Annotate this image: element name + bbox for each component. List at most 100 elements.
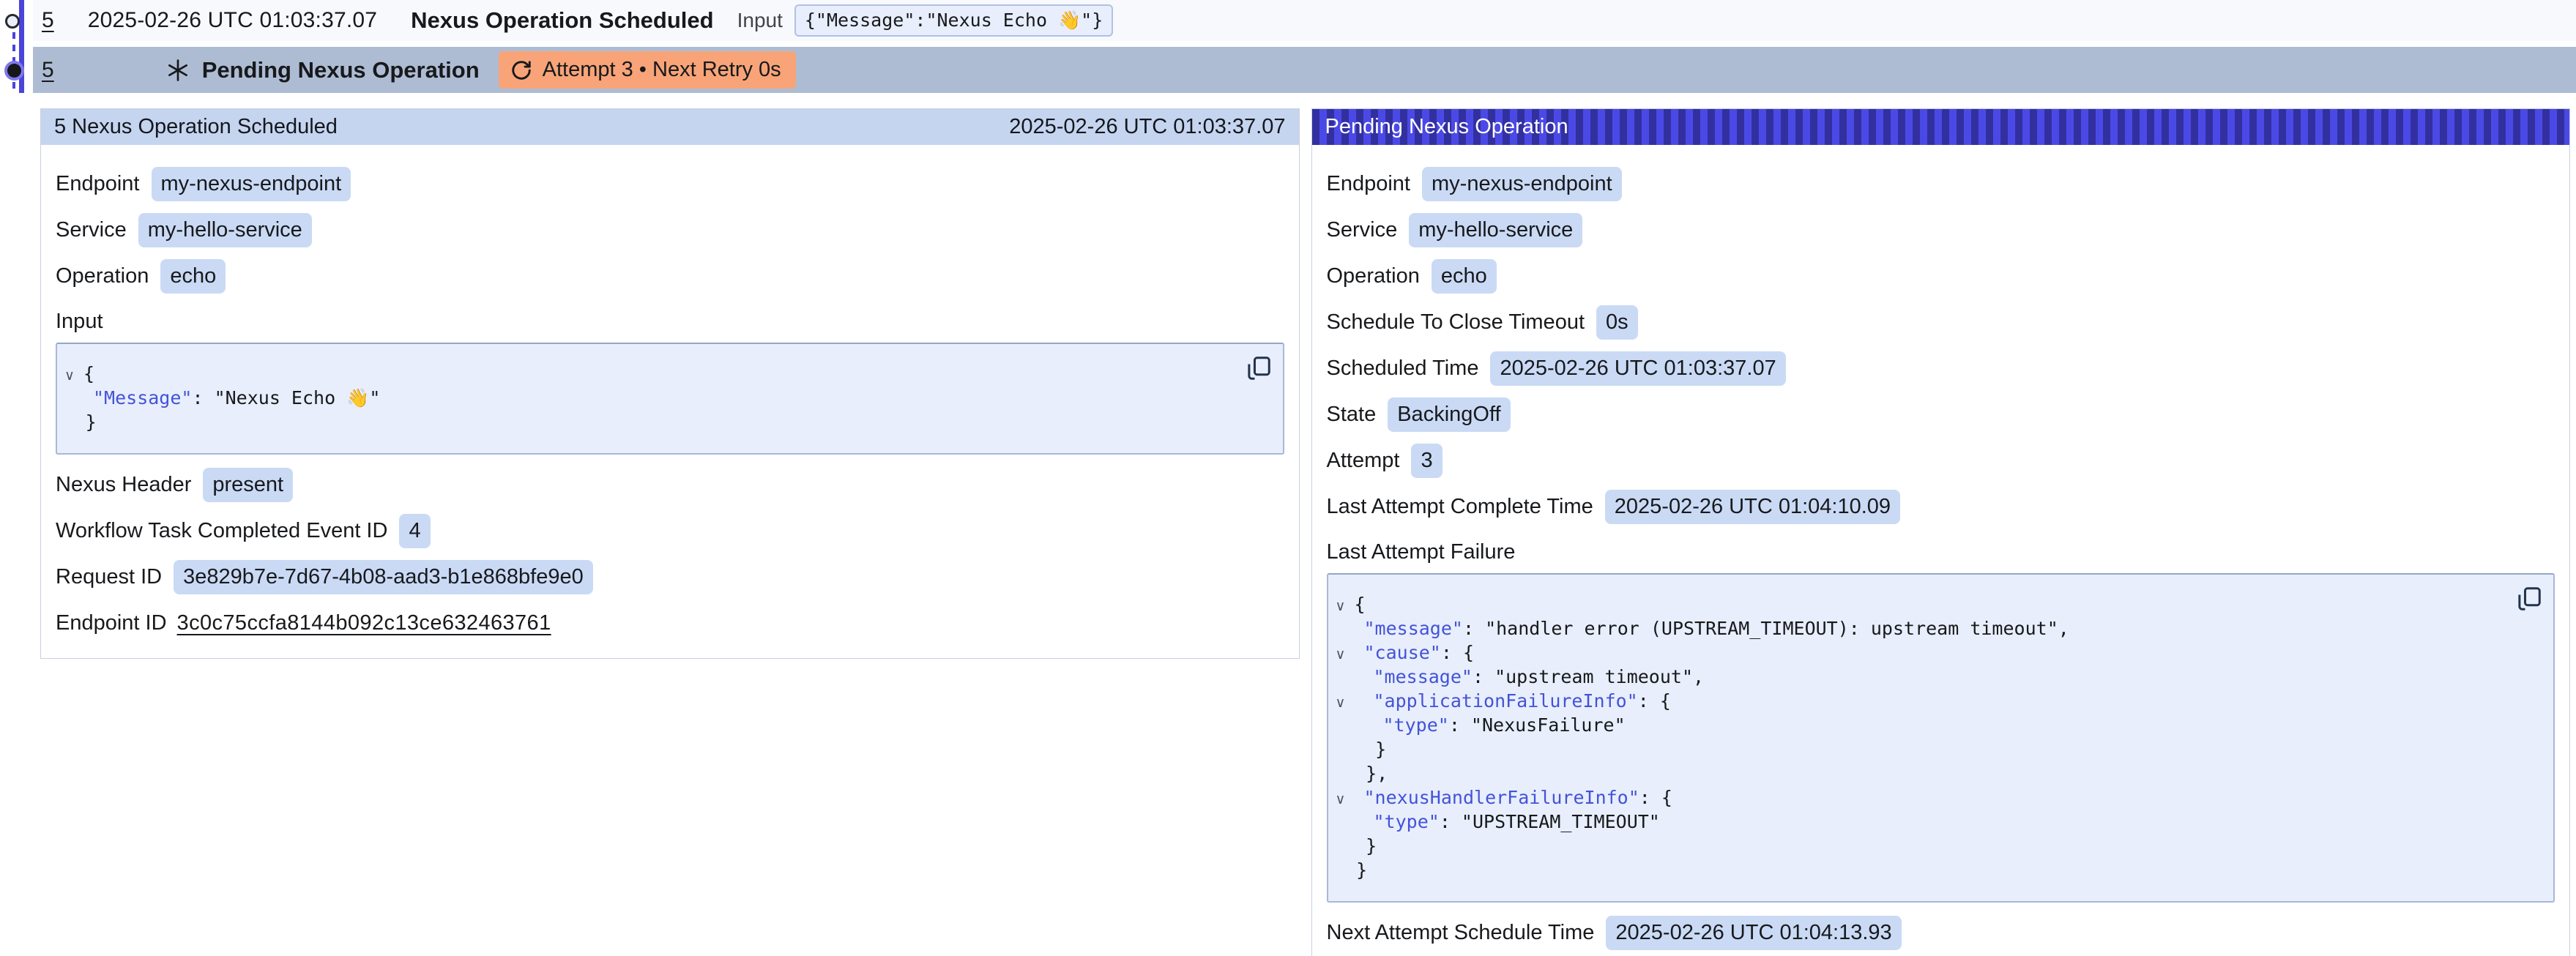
pending-event-id-link[interactable]: 5	[42, 58, 54, 83]
field-label: Attempt	[1327, 449, 1400, 473]
scheduled-fields-bottom: Nexus Header present Workflow Task Complet…	[56, 468, 1284, 639]
field-row: Last Attempt Complete Time 2025-02-26 UTC…	[1327, 490, 2555, 523]
pending-row-title: Pending Nexus Operation	[202, 57, 480, 83]
field-value-chip: present	[203, 468, 293, 502]
endpoint-id-link[interactable]: 3c0c75ccfa8144b092c13ce632463761	[177, 611, 551, 635]
pending-fields: Endpoint my-nexus-endpoint Service my-hello…	[1327, 168, 2555, 523]
field-row: State BackingOff	[1327, 398, 2555, 430]
field-value-chip: 4	[399, 514, 430, 548]
retry-icon	[510, 59, 532, 81]
field-row: Endpoint ID 3c0c75ccfa8144b092c13ce632463…	[56, 607, 1284, 639]
field-value-chip: echo	[1432, 259, 1497, 294]
field-label: Last Attempt Complete Time	[1327, 495, 1593, 519]
field-label: Service	[56, 218, 127, 242]
field-label: Endpoint	[56, 172, 140, 196]
field-row: Service my-hello-service	[1327, 214, 2555, 246]
field-row: Request ID 3e829b7e-7d67-4b08-aad3-b1e868…	[56, 561, 1284, 593]
event-input-label: Input	[737, 9, 783, 32]
scheduled-panel-title: 5 Nexus Operation Scheduled	[54, 115, 338, 139]
pending-spinner-icon	[165, 58, 190, 83]
copy-input-button[interactable]	[1245, 354, 1273, 382]
input-json-lines: ∨{"Message": "Nexus Echo 👋"}	[67, 362, 1232, 434]
field-row: Workflow Task Completed Event ID 4	[56, 515, 1284, 547]
field-row: Operation echo	[56, 260, 1284, 292]
field-label: Nexus Header	[56, 473, 191, 497]
failure-json-viewer: ∨{"message": "handler error (UPSTREAM_TI…	[1327, 573, 2555, 903]
field-label: Workflow Task Completed Event ID	[56, 519, 387, 543]
field-value-chip: echo	[160, 259, 226, 294]
pending-panel-title: Pending Nexus Operation	[1325, 115, 1568, 139]
field-row: Scheduled Time 2025-02-26 UTC 01:03:37.07	[1327, 352, 2555, 384]
scheduled-panel-timestamp: 2025-02-26 UTC 01:03:37.07	[1009, 115, 1285, 139]
pending-panel-body: Endpoint my-nexus-endpoint Service my-hello…	[1312, 145, 2570, 956]
timeline-active-bar	[19, 0, 24, 93]
field-value-chip: 2025-02-26 UTC 01:03:37.07	[1490, 351, 1785, 386]
field-value-chip: BackingOff	[1388, 397, 1510, 432]
last-attempt-failure-label: Last Attempt Failure	[1327, 540, 2555, 564]
field-label: Schedule To Close Timeout	[1327, 310, 1585, 335]
pending-nexus-operation-row[interactable]: 5 Pending Nexus Operation Attempt 3 • Ne…	[33, 47, 2576, 93]
field-value-chip: my-nexus-endpoint	[1422, 167, 1622, 201]
collapse-caret-icon[interactable]: ∨	[1336, 594, 1346, 619]
field-label: Service	[1327, 218, 1398, 242]
field-row: Schedule To Close Timeout 0s	[1327, 306, 2555, 338]
field-value-chip: my-hello-service	[138, 213, 312, 247]
scheduled-panel-header: 5 Nexus Operation Scheduled 2025-02-26 U…	[41, 109, 1299, 145]
event-timeline-gutter	[0, 0, 33, 93]
failure-json-lines: ∨{"message": "handler error (UPSTREAM_TI…	[1339, 592, 2503, 882]
field-value-chip: 2025-02-26 UTC 01:04:13.93	[1606, 916, 1901, 950]
field-value-chip: 0s	[1596, 305, 1638, 340]
event-marker-open-circle-icon	[5, 14, 20, 29]
field-label: Operation	[56, 264, 149, 288]
json-line: }	[1339, 737, 1387, 761]
scheduled-panel-body: Endpoint my-nexus-endpoint Service my-hello…	[41, 145, 1299, 658]
event-id-link[interactable]: 5	[42, 8, 54, 33]
field-label: Endpoint ID	[56, 611, 167, 635]
collapse-caret-icon[interactable]: ∨	[64, 364, 75, 388]
field-row: Service my-hello-service	[56, 214, 1284, 246]
json-line: },	[1339, 761, 1388, 785]
collapse-caret-icon[interactable]: ∨	[1336, 691, 1346, 715]
input-section-label: Input	[56, 310, 1284, 334]
field-label: State	[1327, 403, 1377, 427]
field-value-chip: my-hello-service	[1409, 213, 1582, 247]
field-value-chip: 3	[1411, 444, 1442, 478]
field-row: Next Attempt Schedule Time 2025-02-26 UTC…	[1327, 916, 2555, 949]
json-line: "type": "NexusFailure"	[1339, 713, 1626, 737]
collapse-caret-icon[interactable]: ∨	[1336, 643, 1346, 667]
event-input-preview-chip[interactable]: {"Message":"Nexus Echo 👋"}	[794, 4, 1113, 37]
event-timestamp: 2025-02-26 UTC 01:03:37.07	[88, 8, 377, 33]
field-row: Attempt 3	[1327, 444, 2555, 477]
field-label: Next Attempt Schedule Time	[1327, 921, 1595, 945]
timeline-dashed-line	[12, 32, 15, 93]
json-line: "Message": "Nexus Echo 👋"	[67, 386, 380, 410]
pending-panel-header: Pending Nexus Operation	[1312, 109, 2570, 145]
field-label: Operation	[1327, 264, 1420, 288]
field-label: Scheduled Time	[1327, 356, 1479, 381]
event-row-nexus-operation-scheduled[interactable]: 5 2025-02-26 UTC 01:03:37.07 Nexus Opera…	[33, 0, 2576, 41]
row-separator	[33, 41, 2576, 47]
retry-attempt-badge: Attempt 3 • Next Retry 0s	[499, 51, 796, 89]
field-value-chip: 2025-02-26 UTC 01:04:10.09	[1605, 490, 1900, 524]
field-value-chip: 3e829b7e-7d67-4b08-aad3-b1e868bfe9e0	[174, 560, 593, 594]
field-label: Endpoint	[1327, 172, 1411, 196]
next-attempt-field: Next Attempt Schedule Time 2025-02-26 UTC…	[1327, 916, 2555, 949]
json-line: "nexusHandlerFailureInfo": {	[1339, 785, 1672, 810]
json-line: "type": "UPSTREAM_TIMEOUT"	[1339, 810, 1660, 834]
field-row: Nexus Header present	[56, 468, 1284, 501]
field-row: Endpoint my-nexus-endpoint	[56, 168, 1284, 200]
json-line: }	[1339, 834, 1377, 858]
field-label: Request ID	[56, 565, 162, 589]
field-row: Endpoint my-nexus-endpoint	[1327, 168, 2555, 200]
json-line: "message": "upstream timeout",	[1339, 665, 1705, 689]
field-value-chip: my-nexus-endpoint	[152, 167, 351, 201]
detail-panels: 5 Nexus Operation Scheduled 2025-02-26 U…	[40, 108, 2570, 956]
json-line: "cause": {	[1339, 641, 1475, 665]
collapse-caret-icon[interactable]: ∨	[1336, 788, 1346, 812]
json-line: "message": "handler error (UPSTREAM_TIME…	[1339, 616, 2069, 641]
nexus-operation-scheduled-panel: 5 Nexus Operation Scheduled 2025-02-26 U…	[40, 108, 1300, 659]
copy-failure-button[interactable]	[2515, 585, 2543, 613]
event-marker-filled-circle-icon	[7, 64, 21, 78]
event-title: Nexus Operation Scheduled	[411, 7, 713, 34]
event-history-rows: 5 2025-02-26 UTC 01:03:37.07 Nexus Opera…	[33, 0, 2576, 93]
